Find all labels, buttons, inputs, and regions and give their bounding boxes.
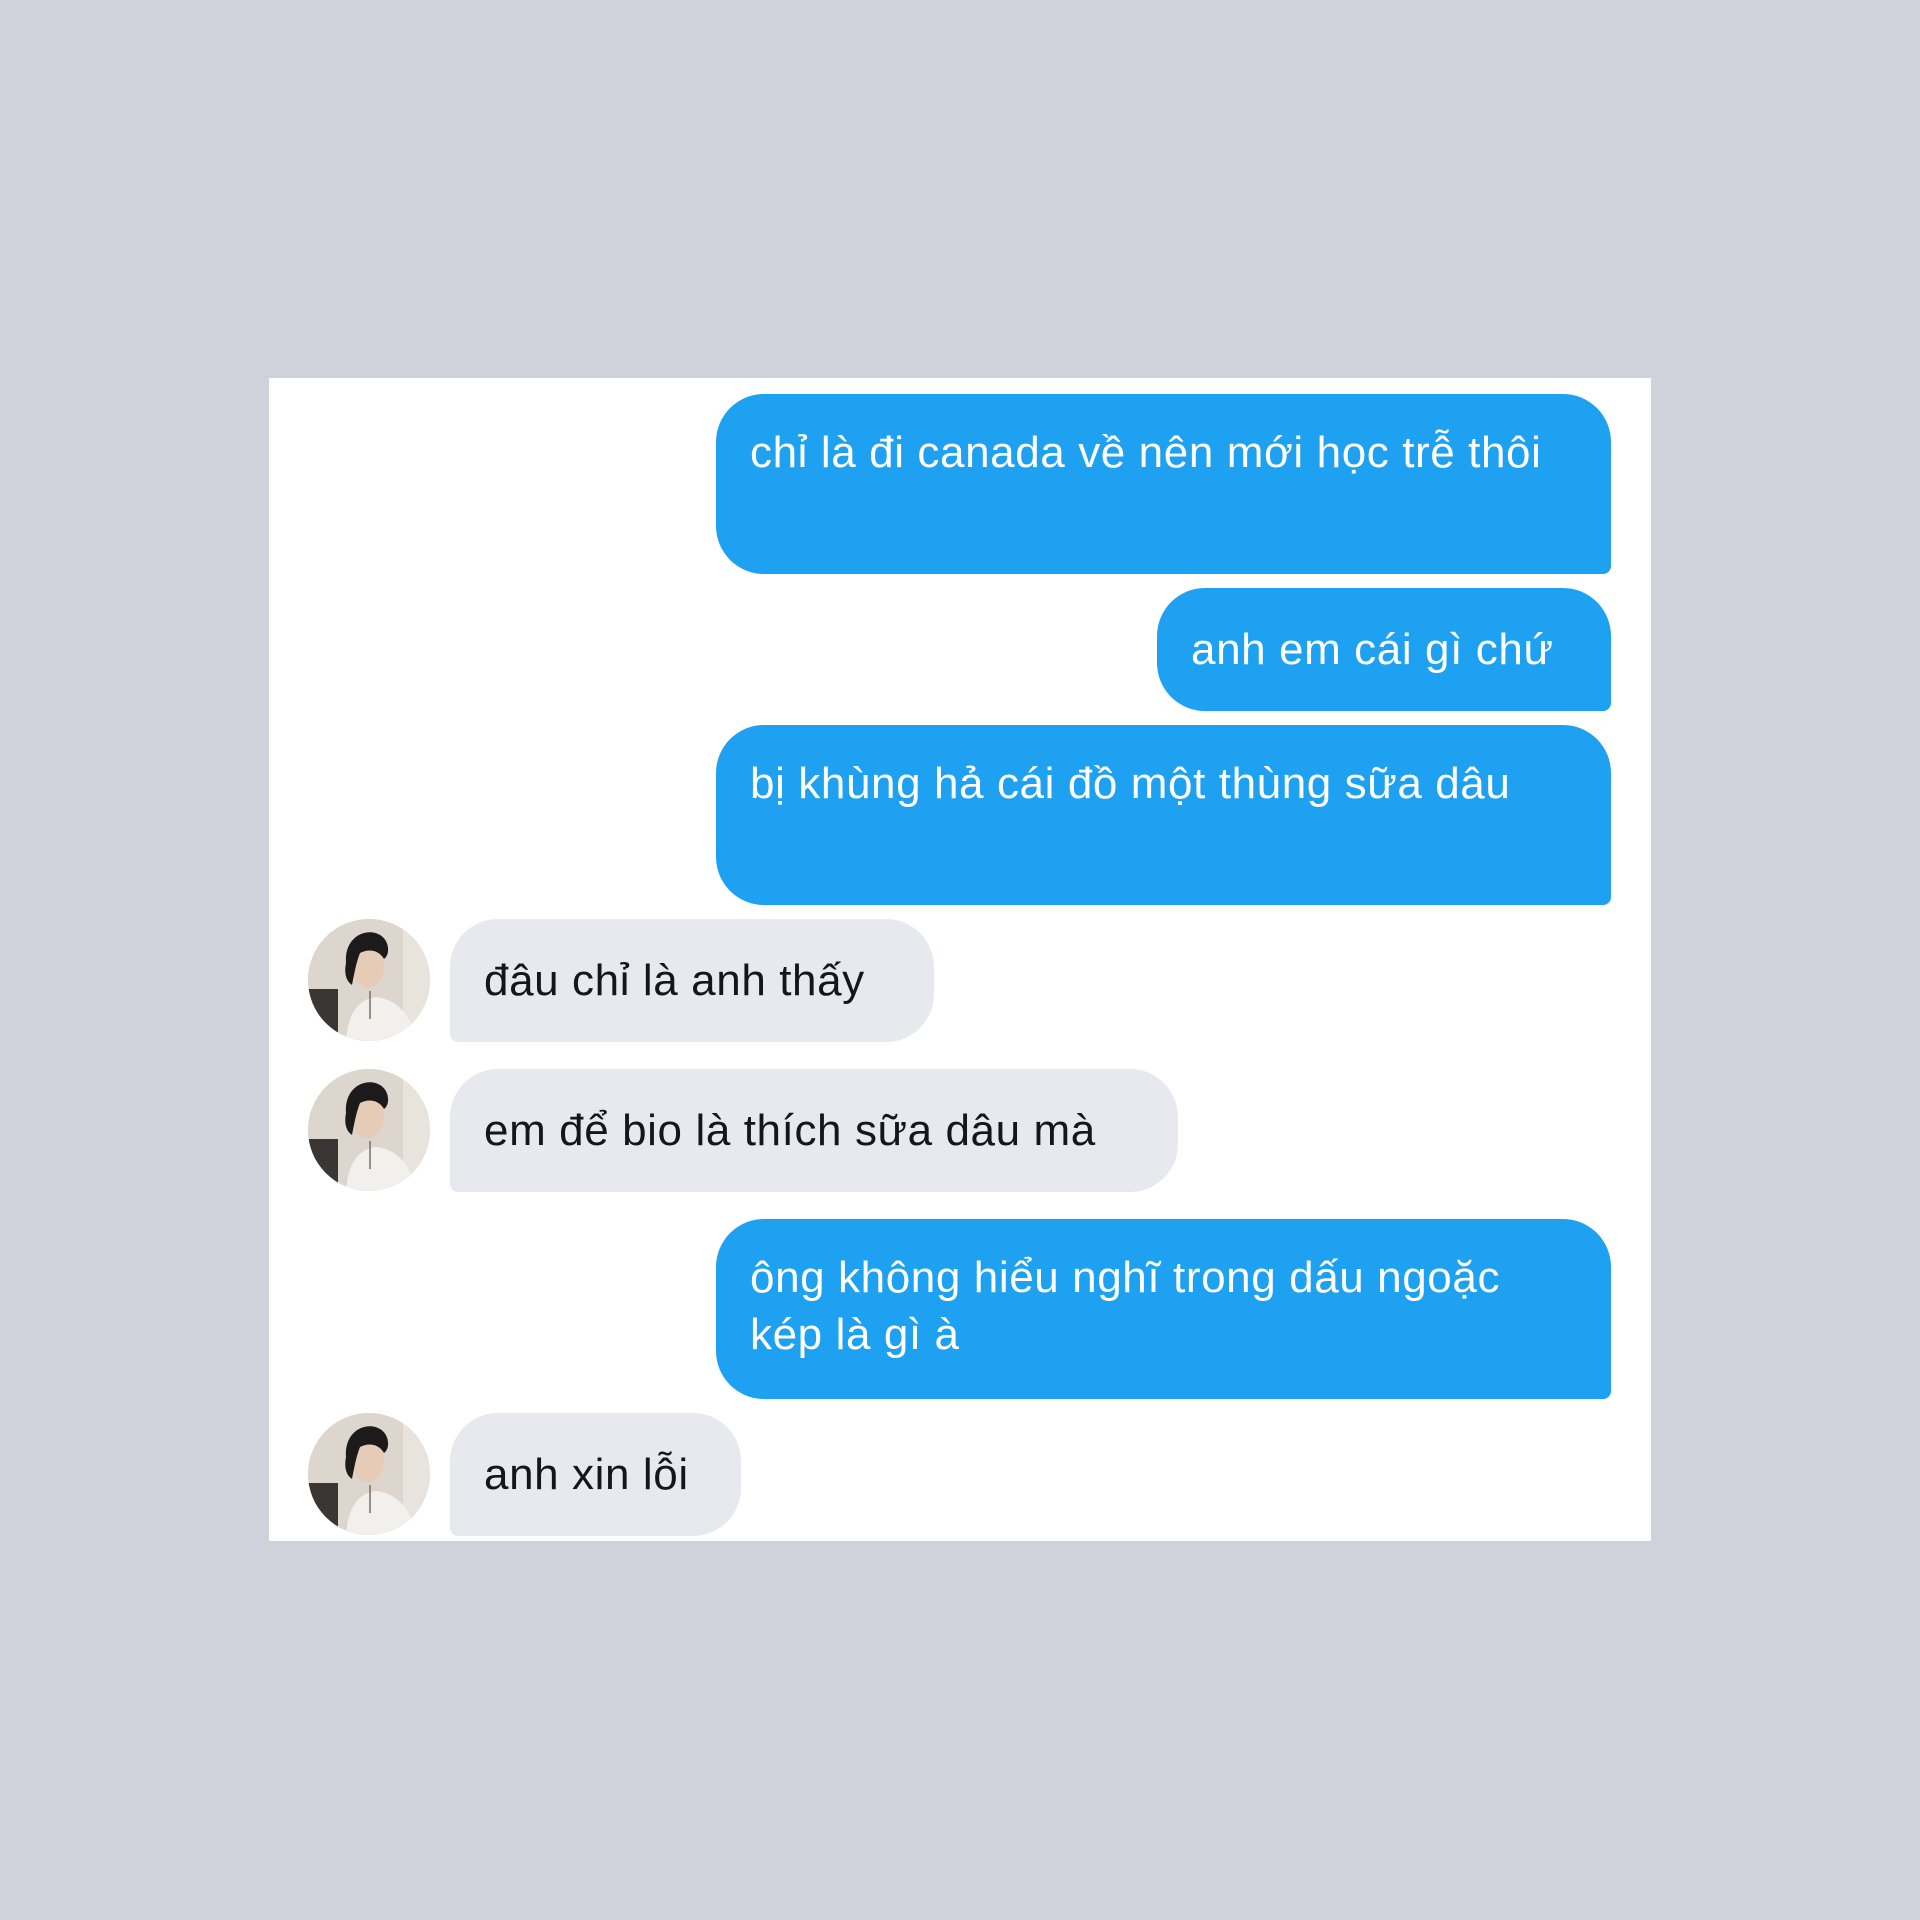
profile-photo-icon[interactable] [308, 1413, 430, 1535]
message-row-outgoing: anh em cái gì chứ [269, 588, 1651, 711]
outgoing-message-bubble[interactable]: bị khùng hả cái đồ một thùng sữa dâu [716, 725, 1611, 905]
incoming-message-bubble[interactable]: anh xin lỗi [450, 1413, 741, 1536]
profile-photo-icon[interactable] [308, 1069, 430, 1191]
outgoing-message-bubble[interactable]: ông không hiểu nghĩ trong dấu ngoặc kép … [716, 1219, 1611, 1399]
chat-card: chỉ là đi canada về nên mới học trễ thôi… [269, 378, 1651, 1541]
message-row-outgoing: bị khùng hả cái đồ một thùng sữa dâu [269, 725, 1651, 905]
message-row-outgoing: ông không hiểu nghĩ trong dấu ngoặc kép … [269, 1219, 1651, 1399]
profile-photo-icon[interactable] [308, 919, 430, 1041]
profile-photo-icon [308, 1413, 430, 1535]
profile-photo-icon [308, 1069, 430, 1191]
message-row-outgoing: chỉ là đi canada về nên mới học trễ thôi [269, 394, 1651, 574]
incoming-message-bubble[interactable]: em để bio là thích sữa dâu mà [450, 1069, 1178, 1192]
incoming-message-bubble[interactable]: đâu chỉ là anh thấy [450, 919, 934, 1042]
message-row-incoming: đâu chỉ là anh thấy [269, 919, 1651, 1042]
outgoing-message-bubble[interactable]: anh em cái gì chứ [1157, 588, 1611, 711]
message-row-incoming: em để bio là thích sữa dâu mà [269, 1069, 1651, 1192]
message-row-incoming: anh xin lỗi [269, 1413, 1651, 1536]
outgoing-message-bubble[interactable]: chỉ là đi canada về nên mới học trễ thôi [716, 394, 1611, 574]
profile-photo-icon [308, 919, 430, 1041]
